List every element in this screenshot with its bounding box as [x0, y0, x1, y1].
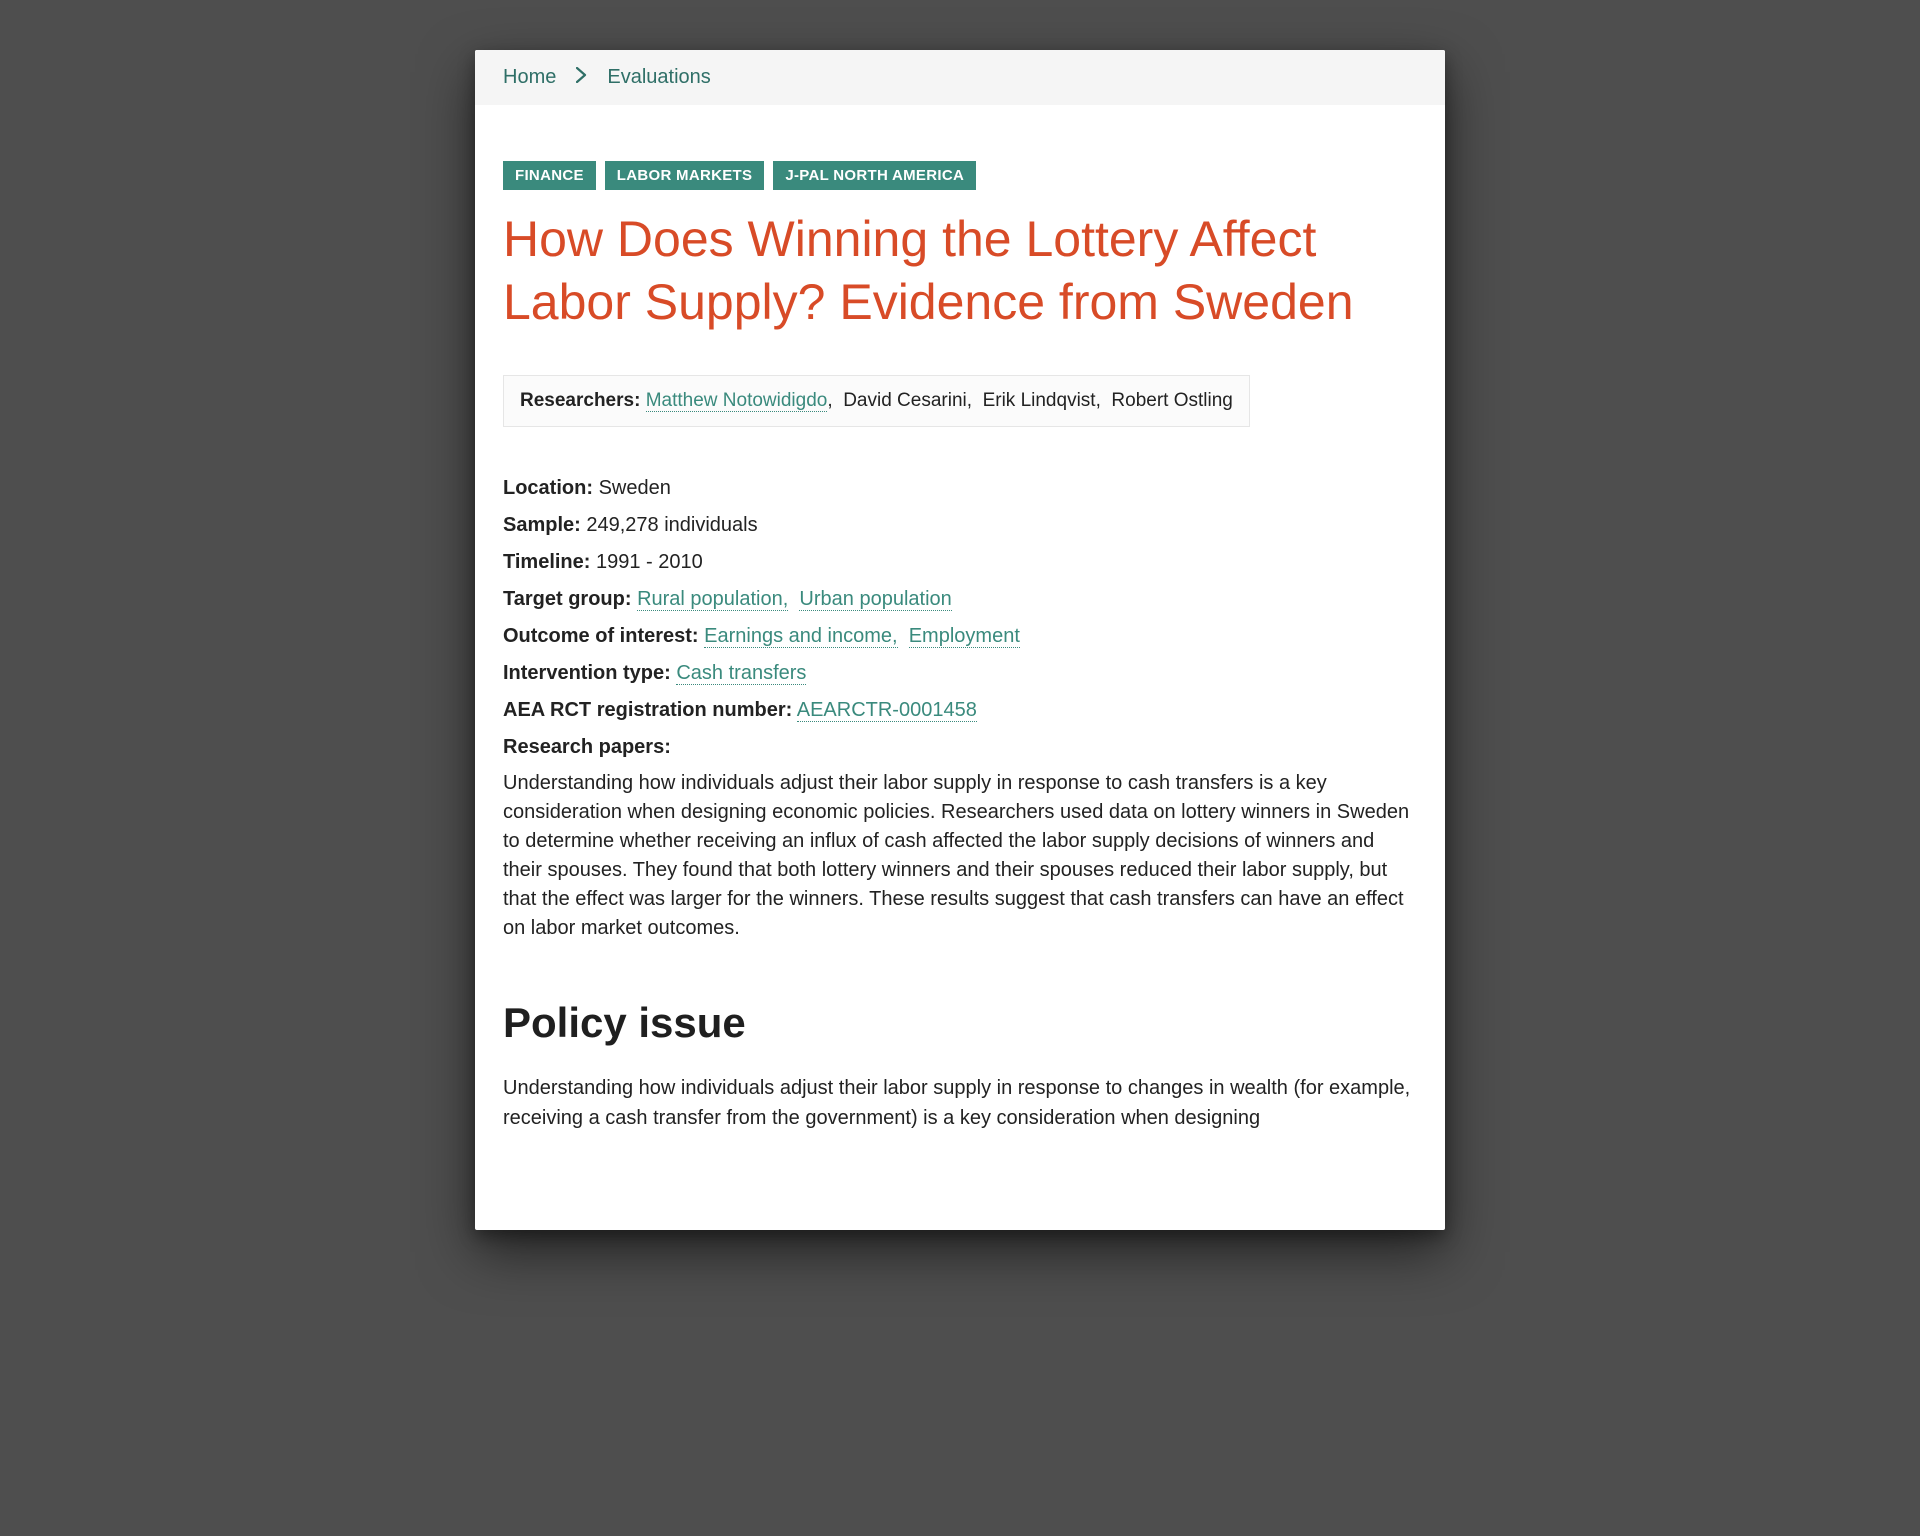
aea-label: AEA RCT registration number: [503, 699, 792, 721]
policy-issue-body: Understanding how individuals adjust the… [503, 1073, 1417, 1133]
target-group-label: Target group: [503, 588, 632, 610]
content-area: FINANCE LABOR MARKETS J-PAL NORTH AMERIC… [475, 105, 1445, 1133]
intervention-cash-link[interactable]: Cash transfers [676, 662, 806, 685]
breadcrumb: Home Evaluations [475, 50, 1445, 105]
summary-paragraph: Understanding how individuals adjust the… [503, 769, 1417, 943]
target-urban-link[interactable]: Urban population [799, 588, 951, 611]
meta-block: Location: Sweden Sample: 249,278 individ… [503, 473, 1417, 763]
chevron-right-icon [576, 67, 587, 88]
tag-finance[interactable]: FINANCE [503, 161, 596, 190]
researchers-others: , David Cesarini, Erik Lindqvist, Robert… [827, 390, 1233, 411]
timeline-label: Timeline: [503, 551, 590, 573]
aea-link[interactable]: AEARCTR-0001458 [797, 699, 977, 722]
location-label: Location: [503, 477, 593, 499]
sample-value: 249,278 individuals [586, 514, 757, 536]
research-papers-label: Research papers: [503, 736, 671, 758]
page-title: How Does Winning the Lottery Affect Labo… [503, 208, 1417, 333]
intervention-label: Intervention type: [503, 662, 671, 684]
breadcrumb-home[interactable]: Home [503, 66, 556, 89]
policy-issue-heading: Policy issue [503, 999, 1417, 1047]
tag-jpal-north-america[interactable]: J-PAL NORTH AMERICA [773, 161, 976, 190]
sample-label: Sample: [503, 514, 581, 536]
researchers-box: Researchers: Matthew Notowidigdo, David … [503, 375, 1250, 427]
researcher-link-notowidigdo[interactable]: Matthew Notowidigdo [646, 390, 828, 412]
researchers-label: Researchers: [520, 390, 640, 411]
tag-list: FINANCE LABOR MARKETS J-PAL NORTH AMERIC… [503, 161, 1417, 190]
breadcrumb-evaluations[interactable]: Evaluations [607, 66, 710, 89]
outcome-earnings-link[interactable]: Earnings and income, [704, 625, 897, 648]
timeline-value: 1991 - 2010 [596, 551, 703, 573]
outcome-label: Outcome of interest: [503, 625, 699, 647]
document-page: Home Evaluations FINANCE LABOR MARKETS J… [475, 50, 1445, 1230]
outcome-employment-link[interactable]: Employment [909, 625, 1020, 648]
target-rural-link[interactable]: Rural population, [637, 588, 788, 611]
location-value: Sweden [599, 477, 671, 499]
tag-labor-markets[interactable]: LABOR MARKETS [605, 161, 765, 190]
